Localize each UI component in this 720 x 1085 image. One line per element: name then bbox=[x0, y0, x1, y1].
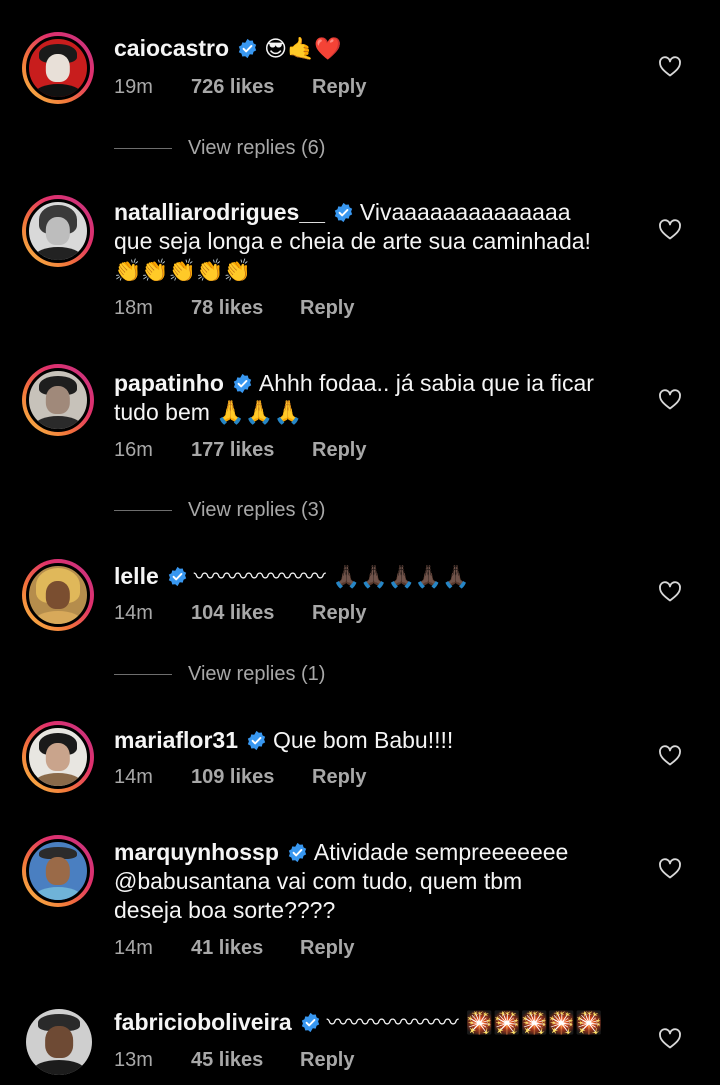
view-replies-label: View replies (6) bbox=[188, 137, 326, 159]
view-replies-button[interactable]: View replies (3) bbox=[114, 499, 325, 522]
avatar[interactable] bbox=[22, 364, 94, 436]
avatar[interactable] bbox=[22, 32, 94, 104]
view-replies-button[interactable]: View replies (1) bbox=[114, 663, 325, 686]
likes-count[interactable]: 109 likes bbox=[191, 766, 312, 789]
heart-icon[interactable] bbox=[658, 580, 682, 602]
comment-time: 19m bbox=[114, 76, 153, 98]
heart-icon[interactable] bbox=[658, 55, 682, 77]
heart-icon[interactable] bbox=[658, 857, 682, 879]
reply-button[interactable]: Reply bbox=[300, 297, 354, 320]
heart-icon[interactable] bbox=[658, 1027, 682, 1049]
avatar[interactable] bbox=[22, 195, 94, 267]
reply-button[interactable]: Reply bbox=[312, 602, 366, 625]
divider bbox=[114, 148, 172, 149]
username[interactable]: fabricioboliveira bbox=[114, 1009, 292, 1035]
likes-count[interactable]: 45 likes bbox=[191, 1049, 300, 1072]
comment-time: 13m bbox=[114, 1049, 153, 1071]
comment-emoji: 👏👏👏👏👏 bbox=[114, 259, 251, 284]
verified-badge-icon bbox=[334, 202, 353, 223]
comment-time: 14m bbox=[114, 937, 153, 959]
heart-icon[interactable] bbox=[658, 744, 682, 766]
verified-badge-icon bbox=[168, 566, 186, 587]
divider bbox=[114, 674, 172, 675]
username[interactable]: caiocastro bbox=[114, 35, 229, 61]
comment-text: Atividade sempreeeeeee bbox=[313, 839, 569, 865]
divider bbox=[114, 510, 172, 511]
comment-text: que seja longa e cheia de arte sua camin… bbox=[114, 228, 591, 254]
comment-time: 14m bbox=[114, 766, 153, 788]
likes-count[interactable]: 104 likes bbox=[191, 602, 312, 625]
likes-count[interactable]: 177 likes bbox=[191, 439, 312, 462]
avatar[interactable] bbox=[22, 721, 94, 793]
comment-text: tudo bem 🙏🙏🙏 bbox=[114, 399, 303, 425]
comment-text: 〰〰〰〰〰〰 🎇🎇🎇🎇🎇 bbox=[326, 1011, 603, 1036]
comment-time: 16m bbox=[114, 439, 153, 461]
reply-button[interactable]: Reply bbox=[300, 937, 354, 960]
verified-badge-icon bbox=[247, 730, 266, 751]
username[interactable]: natalliarodrigues__ bbox=[114, 199, 325, 225]
comment-time: 14m bbox=[114, 602, 153, 624]
comment-text: deseja boa sorte???? bbox=[114, 897, 336, 923]
avatar[interactable] bbox=[22, 559, 94, 631]
username[interactable]: mariaflor31 bbox=[114, 727, 238, 753]
likes-count[interactable]: 726 likes bbox=[191, 76, 312, 99]
view-replies-label: View replies (3) bbox=[188, 499, 326, 521]
avatar[interactable] bbox=[22, 835, 94, 907]
verified-badge-icon bbox=[238, 38, 257, 59]
verified-badge-icon bbox=[233, 373, 252, 394]
comment-text: 〰〰〰〰〰〰 🙏🏿🙏🏿🙏🏿🙏🏿🙏🏿 bbox=[193, 565, 470, 590]
username[interactable]: marquynhossp bbox=[114, 839, 279, 865]
reply-button[interactable]: Reply bbox=[312, 439, 366, 462]
reply-button[interactable]: Reply bbox=[300, 1049, 354, 1072]
verified-badge-icon bbox=[301, 1012, 319, 1033]
verified-badge-icon bbox=[288, 842, 307, 863]
comment-text: Que bom Babu!!!! bbox=[273, 727, 454, 753]
comment-text: Ahhh fodaa.. já sabia que ia ficar bbox=[258, 370, 594, 396]
likes-count[interactable]: 41 likes bbox=[191, 937, 300, 960]
comment-text: 😎🤙❤️ bbox=[264, 37, 342, 62]
likes-count[interactable]: 78 likes bbox=[191, 297, 300, 320]
heart-icon[interactable] bbox=[658, 388, 682, 410]
comment-text: Vivaaaaaaaaaaaaaa bbox=[359, 199, 571, 225]
reply-button[interactable]: Reply bbox=[312, 76, 366, 99]
reply-button[interactable]: Reply bbox=[312, 766, 366, 789]
comment-time: 18m bbox=[114, 297, 153, 319]
view-replies-label: View replies (1) bbox=[188, 663, 326, 685]
username[interactable]: papatinho bbox=[114, 370, 224, 396]
heart-icon[interactable] bbox=[658, 218, 682, 240]
username[interactable]: lelle bbox=[114, 563, 159, 589]
avatar[interactable] bbox=[26, 1009, 92, 1075]
view-replies-button[interactable]: View replies (6) bbox=[114, 137, 325, 160]
comment-mention[interactable]: @babusantana vai com tudo, quem tbm bbox=[114, 868, 522, 894]
